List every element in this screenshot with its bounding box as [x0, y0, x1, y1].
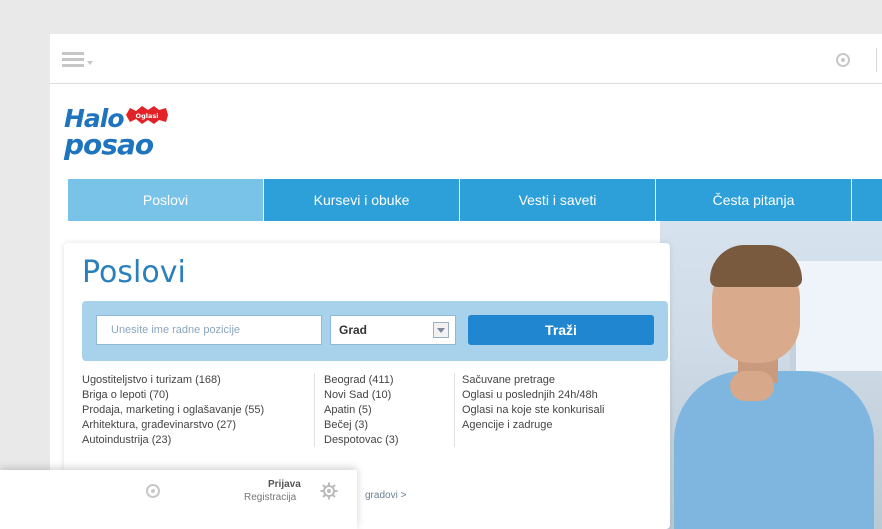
top-bar [50, 34, 882, 84]
quick-link[interactable]: Agencije i zadruge [462, 418, 604, 433]
nav-item-poslovi[interactable]: Poslovi [68, 179, 264, 221]
nav-item-pitanja[interactable]: Česta pitanja [656, 179, 852, 221]
category-link[interactable]: Ugostiteljstvo i turizam (168) [82, 373, 264, 388]
city-select[interactable]: Grad [330, 315, 456, 345]
city-link[interactable]: Novi Sad (10) [324, 388, 399, 403]
main-nav: Poslovi Kursevi i obuke Vesti i saveti Č… [68, 179, 882, 221]
radio-icon[interactable] [146, 484, 160, 498]
quick-link[interactable]: Oglasi na koje ste konkurisali [462, 403, 604, 418]
city-link[interactable]: Apatin (5) [324, 403, 399, 418]
overlay-toolbar: Prijava Registracija [0, 470, 357, 529]
quick-link[interactable]: Oglasi u poslednjih 24h/48h [462, 388, 604, 403]
column-divider [454, 373, 455, 447]
category-link[interactable]: Arhitektura, građevinarstvo (27) [82, 418, 264, 433]
city-select-value: Grad [339, 323, 368, 337]
quick-link[interactable]: Sačuvane pretrage [462, 373, 604, 388]
column-divider [314, 373, 315, 447]
search-input[interactable] [96, 315, 322, 345]
browser-frame: Halo Oglasi posao Poslovi Kursevi i obuk… [50, 34, 882, 529]
search-button[interactable]: Traži [468, 315, 654, 345]
logo-word-posao: posao [64, 128, 154, 161]
category-list: Ugostiteljstvo i turizam (168) Briga o l… [82, 373, 264, 448]
menu-icon[interactable] [62, 52, 93, 68]
hero-image [660, 221, 882, 529]
city-link[interactable]: Beograd (411) [324, 373, 399, 388]
quick-links: Sačuvane pretrage Oglasi u poslednjih 24… [462, 373, 604, 433]
dropdown-arrow-icon[interactable] [433, 322, 449, 338]
gear-icon[interactable] [320, 482, 338, 500]
nav-item-vesti[interactable]: Vesti i saveti [460, 179, 656, 221]
logo-badge-text: Oglasi [136, 112, 159, 120]
nav-item-kursevi[interactable]: Kursevi i obuke [264, 179, 460, 221]
top-divider [876, 48, 877, 72]
category-link[interactable]: Autoindustrija (23) [82, 433, 264, 448]
city-link[interactable]: Despotovac (3) [324, 433, 399, 448]
city-list: Beograd (411) Novi Sad (10) Apatin (5) B… [324, 373, 399, 448]
page-title: Poslovi [82, 255, 186, 290]
register-link[interactable]: Registracija [244, 492, 296, 503]
logo-badge: Oglasi [124, 106, 170, 124]
category-link[interactable]: Prodaja, marketing i oglašavanje (55) [82, 403, 264, 418]
login-link[interactable]: Prijava [268, 479, 301, 490]
city-link[interactable]: Bečej (3) [324, 418, 399, 433]
category-link[interactable]: Briga o lepoti (70) [82, 388, 264, 403]
logo[interactable]: Halo Oglasi posao [64, 100, 204, 161]
search-bar: Grad Traži [82, 301, 668, 361]
radio-icon[interactable] [836, 53, 850, 67]
more-cities-link[interactable]: gradovi > [365, 490, 406, 501]
